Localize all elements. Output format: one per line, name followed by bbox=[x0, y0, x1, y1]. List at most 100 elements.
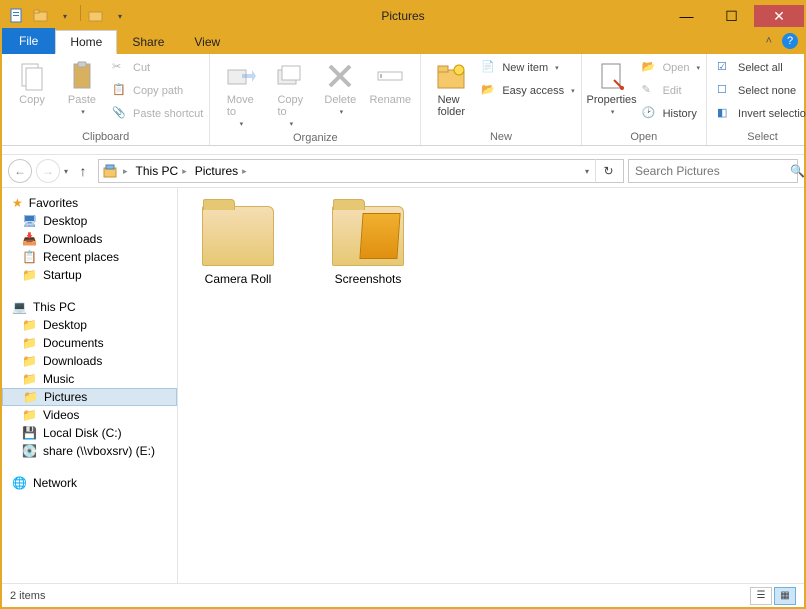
sidebar-pc-documents[interactable]: 📁Documents bbox=[2, 334, 177, 352]
window-controls: — ☐ ✕ bbox=[664, 5, 804, 27]
network-root[interactable]: 🌐 Network bbox=[2, 474, 177, 492]
qat-more-icon[interactable]: ▾ bbox=[54, 5, 76, 27]
shortcut-icon: 📎 bbox=[112, 106, 128, 122]
sidebar-item-startup[interactable]: 📁Startup bbox=[2, 266, 177, 284]
ribbon-group-open: Properties▾ 📂Open▾ ✎Edit 🕑History Open bbox=[582, 54, 707, 145]
breadcrumb-pictures[interactable]: Pictures▸ bbox=[191, 164, 251, 178]
folder-icon: 📁 bbox=[22, 268, 37, 282]
favorites-root[interactable]: ★ Favorites bbox=[2, 194, 177, 212]
maximize-button[interactable]: ☐ bbox=[709, 5, 754, 27]
up-button[interactable]: ↑ bbox=[72, 160, 94, 182]
downloads-icon: 📥 bbox=[22, 232, 37, 246]
open-icon: 📂 bbox=[642, 60, 658, 76]
easyaccess-icon: 📂 bbox=[481, 83, 497, 99]
address-dropdown-icon[interactable]: ▾ bbox=[579, 167, 595, 176]
qat-properties-icon[interactable] bbox=[6, 5, 28, 27]
select-none-button[interactable]: ☐Select none bbox=[717, 81, 806, 101]
selectall-icon: ☑ bbox=[717, 60, 733, 76]
desktop-icon: 🖥 bbox=[22, 214, 37, 228]
new-item-button[interactable]: 📄New item▾ bbox=[481, 58, 574, 78]
this-pc-root[interactable]: 💻 This PC bbox=[2, 298, 177, 316]
folder-icon: 📁 bbox=[22, 336, 37, 350]
sidebar-item-recent[interactable]: 📋Recent places bbox=[2, 248, 177, 266]
copy-button[interactable]: Copy bbox=[8, 58, 56, 108]
qat-folder-icon[interactable] bbox=[85, 5, 107, 27]
content-pane[interactable]: Camera Roll Screenshots bbox=[178, 188, 804, 583]
minimize-button[interactable]: — bbox=[664, 5, 709, 27]
folder-icon: 📁 bbox=[22, 354, 37, 368]
explorer-window: ▾ ▾ Pictures — ☐ ✕ File Home Share View … bbox=[0, 0, 806, 609]
invert-selection-button[interactable]: ◧Invert selection bbox=[717, 104, 806, 124]
search-box[interactable]: 🔍 bbox=[628, 159, 798, 183]
collapse-ribbon-icon[interactable]: ˄ bbox=[766, 35, 772, 47]
sidebar-pc-localdisk[interactable]: 💾Local Disk (C:) bbox=[2, 424, 177, 442]
open-button[interactable]: 📂Open▾ bbox=[642, 58, 700, 78]
help-icon[interactable]: ? bbox=[782, 33, 798, 49]
sidebar-item-desktop[interactable]: 🖥Desktop bbox=[2, 212, 177, 230]
new-folder-button[interactable]: New folder bbox=[427, 58, 475, 120]
refresh-button[interactable]: ↻ bbox=[595, 159, 621, 183]
pc-icon: 💻 bbox=[12, 300, 27, 314]
sidebar-pc-videos[interactable]: 📁Videos bbox=[2, 406, 177, 424]
folder-screenshots[interactable]: Screenshots bbox=[318, 198, 418, 294]
forward-button[interactable]: → bbox=[36, 159, 60, 183]
invert-icon: ◧ bbox=[717, 106, 733, 122]
paste-button[interactable]: Paste▾ bbox=[58, 58, 106, 118]
copy-to-button[interactable]: Copy to▾ bbox=[266, 58, 314, 130]
tab-home[interactable]: Home bbox=[55, 30, 117, 54]
close-button[interactable]: ✕ bbox=[754, 5, 804, 27]
details-view-button[interactable]: ☰ bbox=[750, 587, 772, 605]
netdrive-icon: 💽 bbox=[22, 444, 37, 458]
folder-icon: 📁 bbox=[22, 318, 37, 332]
item-count: 2 items bbox=[10, 590, 45, 602]
history-button[interactable]: 🕑History bbox=[642, 104, 700, 124]
folder-icon: 📁 bbox=[22, 372, 37, 386]
status-bar: 2 items ☰ ▦ bbox=[2, 583, 804, 607]
large-icons-view-button[interactable]: ▦ bbox=[774, 587, 796, 605]
sidebar-pc-share[interactable]: 💽share (\\vboxsrv) (E:) bbox=[2, 442, 177, 460]
star-icon: ★ bbox=[12, 196, 23, 210]
copy-path-button[interactable]: 📋Copy path bbox=[112, 81, 203, 101]
cut-button[interactable]: ✂Cut bbox=[112, 58, 203, 78]
folder-camera-roll[interactable]: Camera Roll bbox=[188, 198, 288, 294]
tab-view[interactable]: View bbox=[179, 30, 235, 54]
search-icon: 🔍 bbox=[790, 164, 805, 178]
folder-icon: 📁 bbox=[22, 408, 37, 422]
ribbon: Copy Paste▾ ✂Cut 📋Copy path 📎Paste short… bbox=[2, 54, 804, 146]
edit-icon: ✎ bbox=[642, 83, 658, 99]
qat-dropdown-icon[interactable]: ▾ bbox=[109, 5, 131, 27]
address-bar[interactable]: ▸ This PC▸ Pictures▸ ▾ ↻ bbox=[98, 159, 624, 183]
recent-locations-dropdown[interactable]: ▾ bbox=[64, 167, 68, 176]
titlebar: ▾ ▾ Pictures — ☐ ✕ bbox=[2, 2, 804, 30]
folder-icon: 📁 bbox=[23, 390, 38, 404]
rename-button[interactable]: Rename bbox=[366, 58, 414, 108]
breadcrumb-this-pc[interactable]: This PC▸ bbox=[132, 164, 191, 178]
sidebar-pc-pictures[interactable]: 📁Pictures bbox=[2, 388, 177, 406]
selectnone-icon: ☐ bbox=[717, 83, 733, 99]
sidebar-pc-downloads[interactable]: 📁Downloads bbox=[2, 352, 177, 370]
search-input[interactable] bbox=[635, 164, 790, 178]
network-icon: 🌐 bbox=[12, 476, 27, 490]
easy-access-button[interactable]: 📂Easy access▾ bbox=[481, 81, 574, 101]
tab-share[interactable]: Share bbox=[117, 30, 179, 54]
move-to-button[interactable]: Move to▾ bbox=[216, 58, 264, 130]
properties-button[interactable]: Properties▾ bbox=[588, 58, 636, 118]
history-icon: 🕑 bbox=[642, 106, 658, 122]
sidebar-pc-music[interactable]: 📁Music bbox=[2, 370, 177, 388]
newitem-icon: 📄 bbox=[481, 60, 497, 76]
tab-file[interactable]: File bbox=[2, 28, 55, 54]
scissors-icon: ✂ bbox=[112, 60, 128, 76]
sidebar-pc-desktop[interactable]: 📁Desktop bbox=[2, 316, 177, 334]
recent-icon: 📋 bbox=[22, 250, 37, 264]
sidebar-item-downloads[interactable]: 📥Downloads bbox=[2, 230, 177, 248]
qat-newfolder-icon[interactable] bbox=[30, 5, 52, 27]
delete-button[interactable]: Delete▾ bbox=[316, 58, 364, 118]
drive-icon: 💾 bbox=[22, 426, 37, 440]
back-button[interactable]: ← bbox=[8, 159, 32, 183]
paste-shortcut-button[interactable]: 📎Paste shortcut bbox=[112, 104, 203, 124]
edit-button[interactable]: ✎Edit bbox=[642, 81, 700, 101]
select-all-button[interactable]: ☑Select all bbox=[717, 58, 806, 78]
folder-icon bbox=[202, 206, 274, 266]
tree-this-pc: 💻 This PC 📁Desktop 📁Documents 📁Downloads… bbox=[2, 298, 177, 460]
location-icon bbox=[101, 163, 119, 179]
